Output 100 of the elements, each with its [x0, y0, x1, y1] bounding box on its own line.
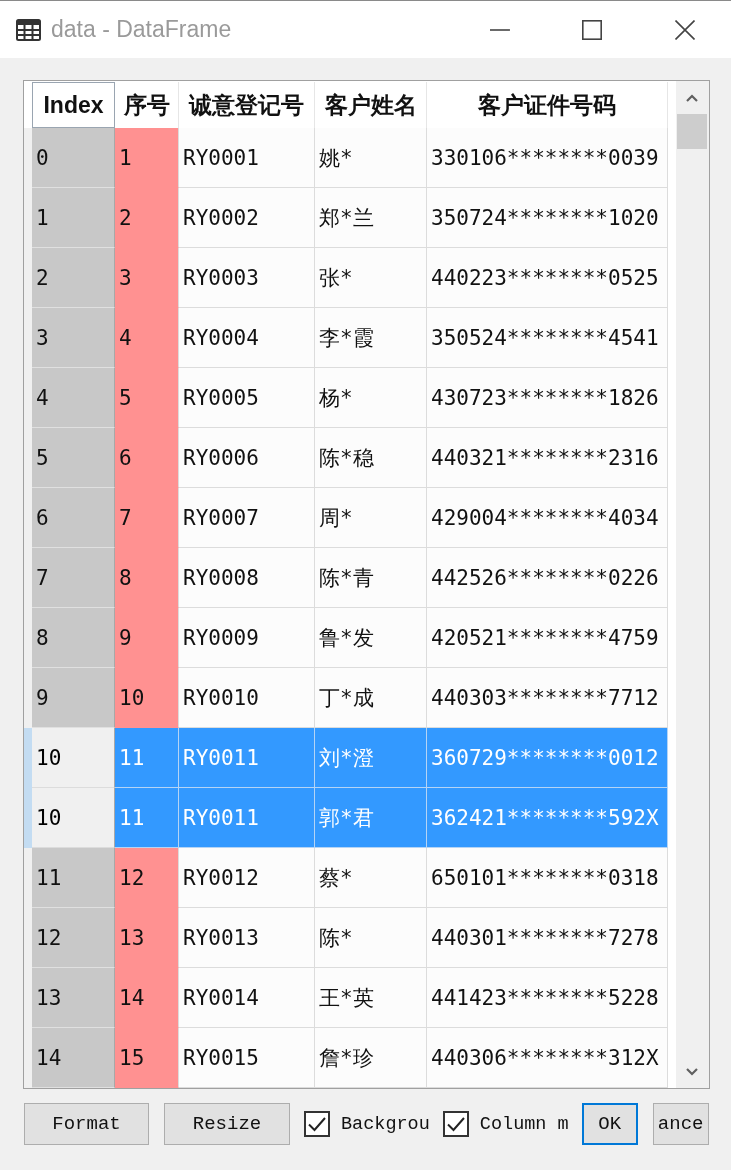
table-cell: RY0006	[179, 428, 315, 488]
table-cell: RY0011	[179, 788, 315, 848]
table-cell: 陈*稳	[315, 428, 427, 488]
table-cell: 周*	[315, 488, 427, 548]
table-cell: 442526********0226	[427, 548, 668, 608]
close-icon[interactable]	[675, 19, 695, 40]
table-cell: 650101********0318	[427, 848, 668, 908]
table-cell: 10	[32, 788, 115, 848]
table-cell: 王*英	[315, 968, 427, 1028]
chevron-down-icon[interactable]	[686, 1067, 698, 1076]
table-cell: 蔡*	[315, 848, 427, 908]
dialog-button[interactable]: Format	[24, 1103, 149, 1145]
table-cell: 11	[115, 728, 179, 788]
table-cell: 3	[32, 308, 115, 368]
table-cell: 4	[32, 368, 115, 428]
table-cell: 440306********312X	[427, 1028, 668, 1088]
table-cell: RY0007	[179, 488, 315, 548]
table-cell: 7	[115, 488, 179, 548]
table-cell: 詹*珍	[315, 1028, 427, 1088]
table-cell: 441423********5228	[427, 968, 668, 1028]
table-icon	[16, 18, 41, 41]
table-cell: RY0015	[179, 1028, 315, 1088]
table-cell: 6	[115, 428, 179, 488]
table-cell: RY0011	[179, 728, 315, 788]
table-cell: 350724********1020	[427, 188, 668, 248]
table-cell: 郑*兰	[315, 188, 427, 248]
minimize-icon[interactable]	[490, 28, 510, 31]
table-cell: 2	[115, 188, 179, 248]
row-header[interactable]	[24, 728, 32, 788]
checkbox-label[interactable]: Backgrou	[341, 1113, 430, 1135]
row-header[interactable]	[24, 788, 32, 848]
table-cell: 13	[115, 908, 179, 968]
table-cell: 10	[115, 668, 179, 728]
table-cell: 12	[32, 908, 115, 968]
table-cell: 12	[115, 848, 179, 908]
table-cell: RY0004	[179, 308, 315, 368]
table-cell: 4	[115, 308, 179, 368]
table-cell: RY0005	[179, 368, 315, 428]
table-cell: 7	[32, 548, 115, 608]
table-cell: 陈*青	[315, 548, 427, 608]
table-cell: 14	[115, 968, 179, 1028]
table-cell: 陈*	[315, 908, 427, 968]
table-cell: RY0001	[179, 128, 315, 188]
table-cell: 430723********1826	[427, 368, 668, 428]
table-cell: 5	[115, 368, 179, 428]
row-header[interactable]	[24, 668, 32, 728]
table-cell: 9	[32, 668, 115, 728]
table-cell: 10	[32, 728, 115, 788]
checkbox-label[interactable]: Column m	[479, 1113, 569, 1135]
table-cell: RY0008	[179, 548, 315, 608]
row-header[interactable]	[24, 1028, 32, 1088]
table-cell: 9	[115, 608, 179, 668]
dialog-button[interactable]: ance	[652, 1103, 709, 1145]
table-cell: 15	[115, 1028, 179, 1088]
scrollbar-thumb[interactable]	[677, 114, 707, 149]
table-cell: 420521********4759	[427, 608, 668, 668]
table-cell: 11	[115, 788, 179, 848]
dialog-button[interactable]: OK	[581, 1103, 638, 1145]
column-header[interactable]: Index	[32, 82, 115, 128]
table-cell: RY0012	[179, 848, 315, 908]
chevron-up-icon[interactable]	[686, 93, 698, 102]
table-cell: 丁*成	[315, 668, 427, 728]
table-cell: 440223********0525	[427, 248, 668, 308]
table-cell: 3	[115, 248, 179, 308]
table-cell: 杨*	[315, 368, 427, 428]
dialog-button[interactable]: Resize	[164, 1103, 290, 1145]
table-cell: 5	[32, 428, 115, 488]
table-cell: 13	[32, 968, 115, 1028]
table-cell: 360729********0012	[427, 728, 668, 788]
table-cell: 郭*君	[315, 788, 427, 848]
table-cell: RY0003	[179, 248, 315, 308]
table-cell: RY0002	[179, 188, 315, 248]
table-cell: RY0010	[179, 668, 315, 728]
table-cell: 8	[115, 548, 179, 608]
table-cell: 14	[32, 1028, 115, 1088]
table-cell: 8	[32, 608, 115, 668]
checkbox[interactable]	[442, 1111, 469, 1137]
table-cell: 440301********7278	[427, 908, 668, 968]
maximize-icon[interactable]	[582, 19, 602, 40]
table-cell: 鲁*发	[315, 608, 427, 668]
row-header[interactable]	[24, 848, 32, 908]
table-cell: 429004********4034	[427, 488, 668, 548]
table-cell: 张*	[315, 248, 427, 308]
table-cell: 刘*澄	[315, 728, 427, 788]
table-cell: 2	[32, 248, 115, 308]
table-cell: 0	[32, 128, 115, 188]
table-cell: 440303********7712	[427, 668, 668, 728]
table-cell: 1	[115, 128, 179, 188]
checkbox[interactable]	[304, 1111, 330, 1137]
row-header[interactable]	[24, 128, 32, 188]
table-cell: 11	[32, 848, 115, 908]
table-cell: 6	[32, 488, 115, 548]
table-cell: RY0014	[179, 968, 315, 1028]
table-cell: RY0009	[179, 608, 315, 668]
table-cell: 350524********4541	[427, 308, 668, 368]
table-cell: 440321********2316	[427, 428, 668, 488]
table-cell: 1	[32, 188, 115, 248]
table-cell: 姚*	[315, 128, 427, 188]
table-cell: 362421********592X	[427, 788, 668, 848]
window-title: data - DataFrame	[51, 16, 232, 43]
